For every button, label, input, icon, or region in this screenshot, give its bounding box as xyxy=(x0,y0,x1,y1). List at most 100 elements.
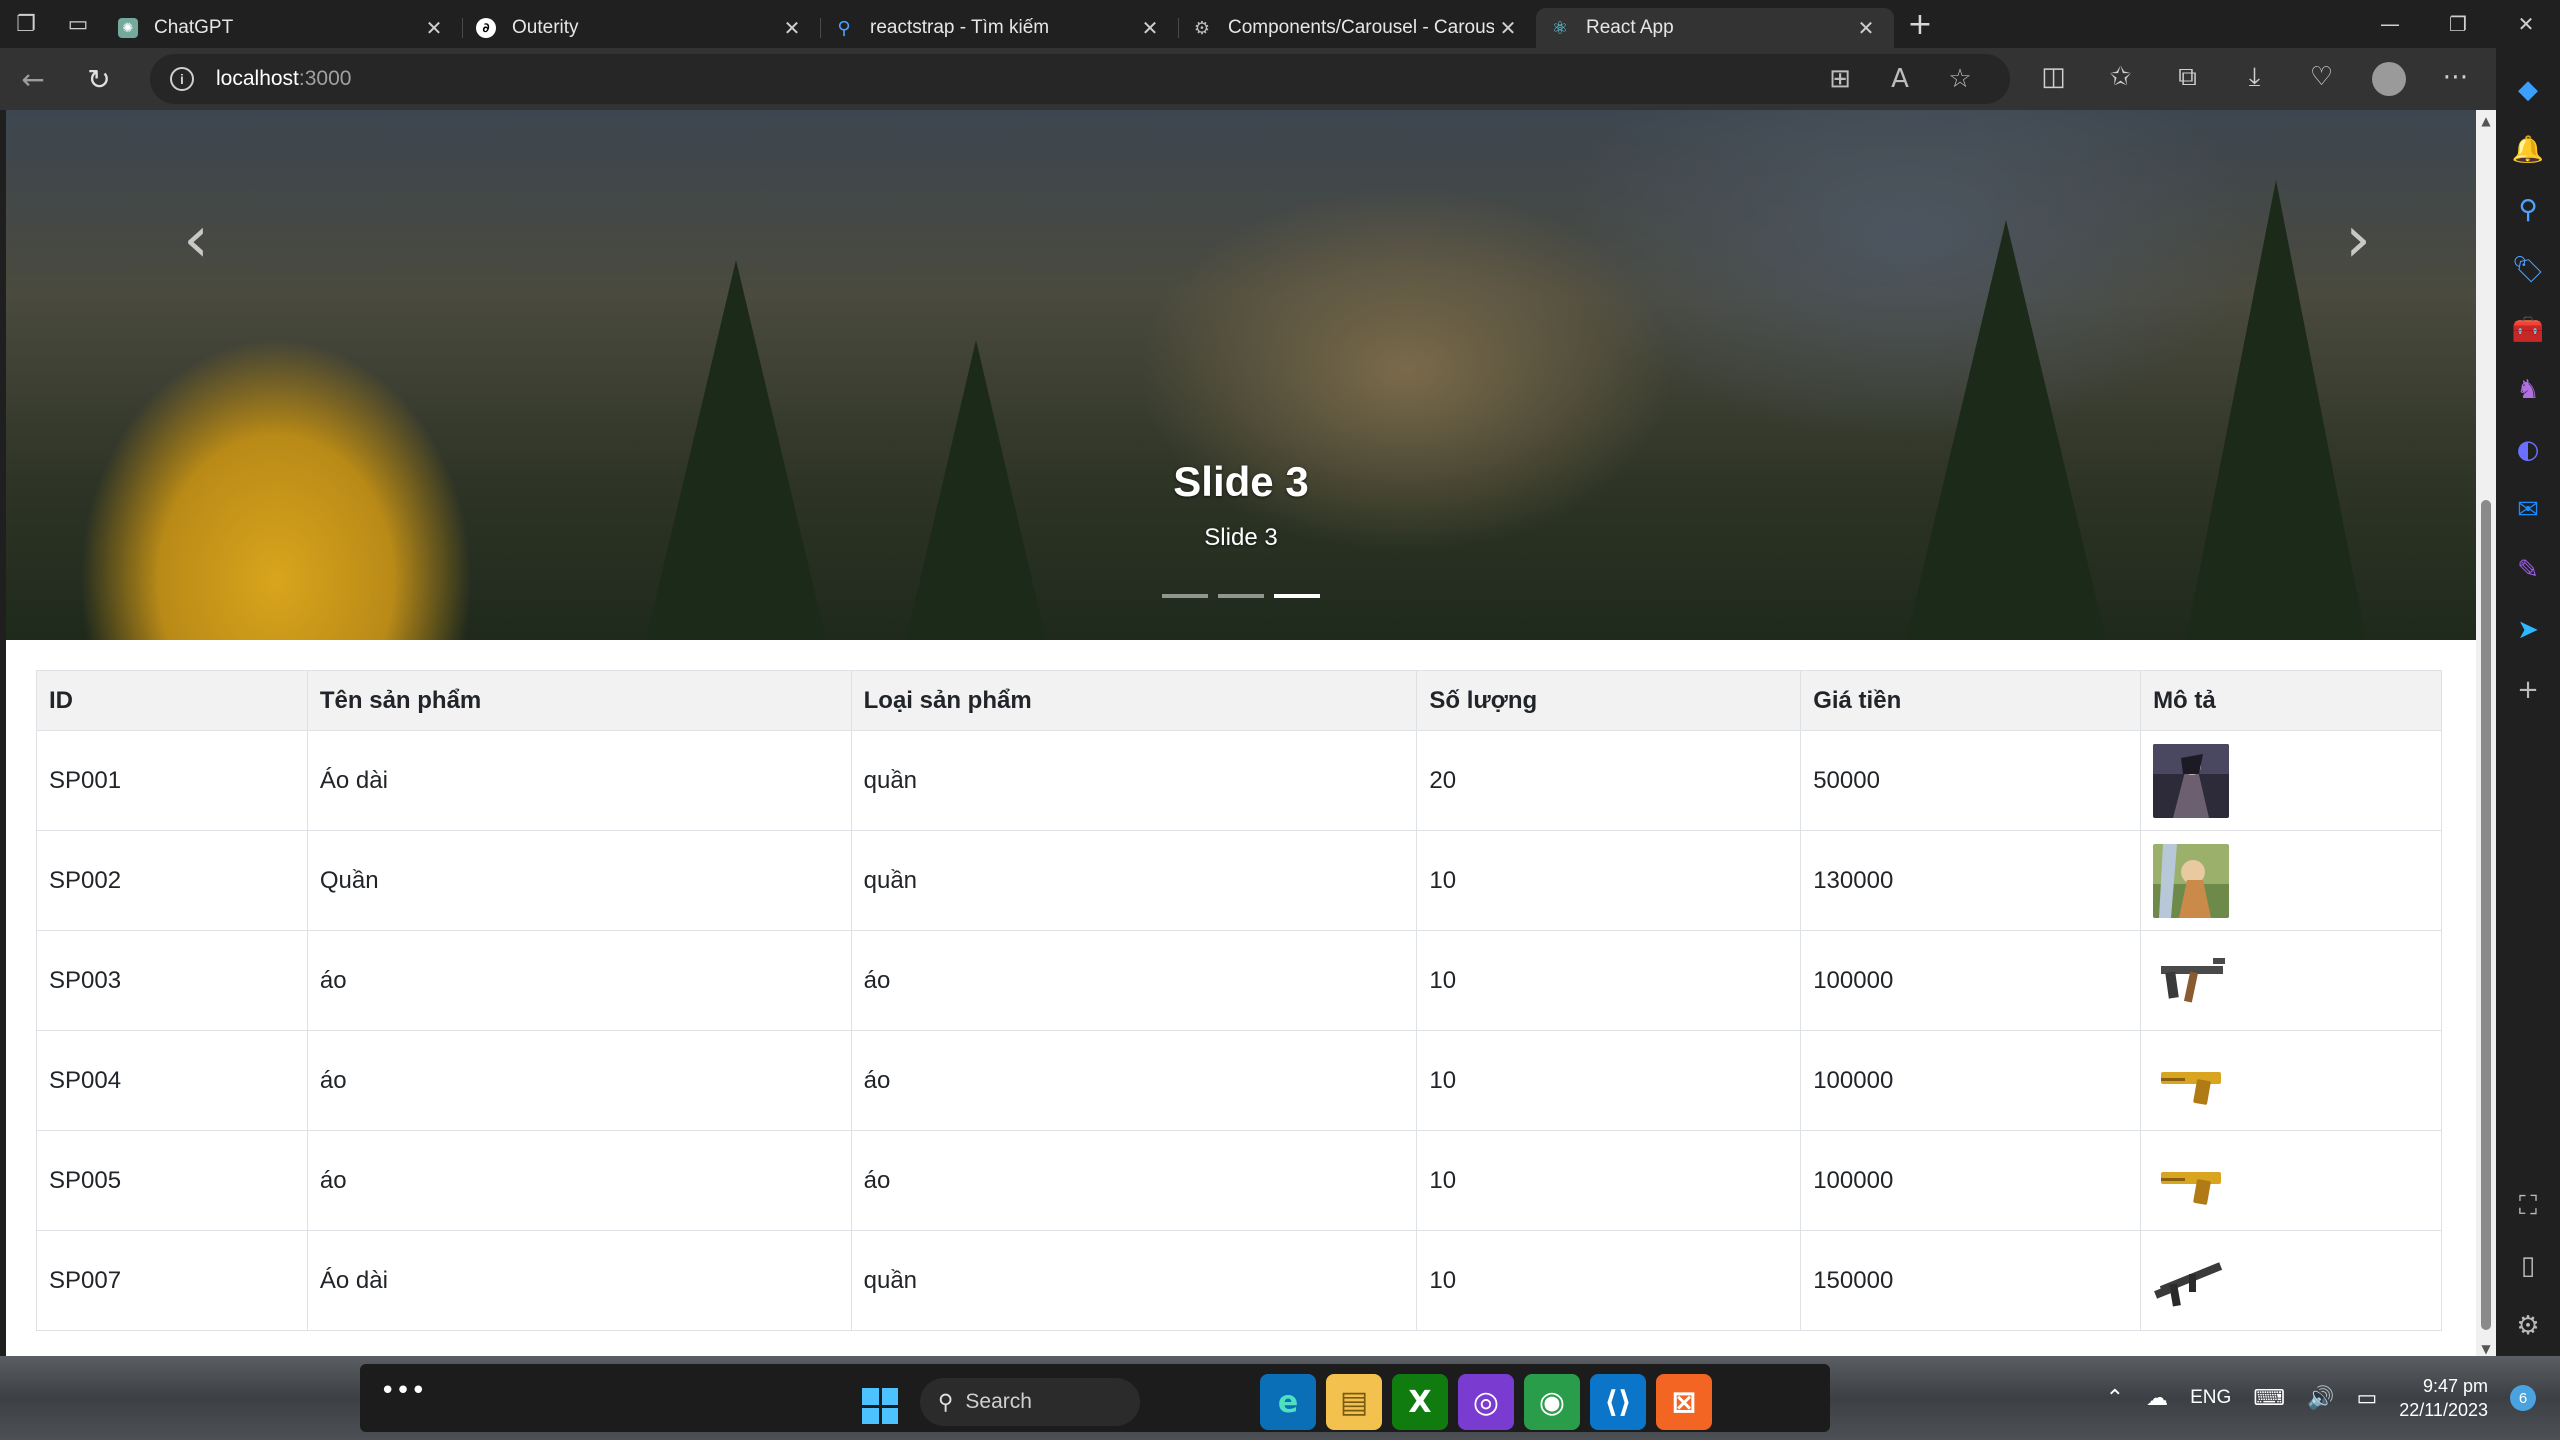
cell-type: áo xyxy=(850,1030,1418,1131)
profile-avatar[interactable] xyxy=(2355,62,2422,96)
cell-id: SP001 xyxy=(36,730,308,831)
cell-name: áo xyxy=(306,1030,852,1131)
hide-sidebar-icon[interactable]: ▯ xyxy=(2496,1236,2560,1296)
cell-price: 100000 xyxy=(1800,1030,2142,1131)
taskbar-search[interactable]: ⚲ Search xyxy=(920,1378,1140,1426)
games-icon[interactable]: ♞ xyxy=(2496,360,2560,420)
carousel-indicator[interactable] xyxy=(1162,594,1208,598)
tab-reactstrap-search[interactable]: ⚲ reactstrap - Tìm kiếm ✕ xyxy=(820,8,1178,48)
table-row: SP007 Áo dài quần 10 150000 xyxy=(36,1230,2442,1331)
xampp-app-icon[interactable]: ⊠ xyxy=(1656,1374,1712,1430)
more-icon[interactable]: ••• xyxy=(380,1376,426,1406)
minimize-icon[interactable]: — xyxy=(2356,0,2424,48)
battery-icon[interactable]: ▭ xyxy=(2356,1386,2377,1411)
table-row: SP004 áo áo 10 100000 xyxy=(36,1030,2442,1131)
tab-react-app[interactable]: ⚛ React App ✕ xyxy=(1536,8,1894,48)
cell-price: 100000 xyxy=(1800,930,2142,1031)
copilot-icon[interactable]: ◆ xyxy=(2496,60,2560,120)
search-sidebar-icon[interactable]: ⚲ xyxy=(2496,180,2560,240)
carousel-prev-button[interactable]: ‹ xyxy=(156,200,236,280)
tab-carousel-docs[interactable]: ⚙ Components/Carousel - Carouse ✕ xyxy=(1178,8,1536,48)
cloud-icon[interactable]: ☁ xyxy=(2146,1386,2168,1411)
language-indicator[interactable]: ENG xyxy=(2190,1387,2231,1409)
notification-badge[interactable]: 6 xyxy=(2510,1385,2536,1411)
collections-icon[interactable]: ⧉ xyxy=(2154,62,2221,96)
favorites-icon[interactable]: ✩ xyxy=(2087,62,2154,96)
add-sidebar-app-icon[interactable]: + xyxy=(2496,660,2560,720)
golden-pistol-image xyxy=(2153,1043,2230,1118)
scrollbar-thumb[interactable] xyxy=(2481,500,2491,1330)
new-tab-button[interactable]: + xyxy=(1894,0,1946,48)
clock-date: 22/11/2023 xyxy=(2399,1400,2488,1420)
app-available-icon[interactable]: ⊞ xyxy=(1810,64,1870,94)
refresh-icon[interactable]: ↻ xyxy=(66,52,132,106)
address-bar[interactable]: i localhost :3000 ⊞ A ☆ xyxy=(150,54,2010,104)
close-window-icon[interactable]: ✕ xyxy=(2492,0,2560,48)
close-icon[interactable]: ✕ xyxy=(1136,16,1164,40)
scroll-up-icon[interactable]: ▲ xyxy=(2480,114,2492,128)
split-screen-icon[interactable]: ◫ xyxy=(2020,62,2087,96)
close-icon[interactable]: ✕ xyxy=(778,16,806,40)
caption-text: Slide 3 xyxy=(1204,524,1278,551)
carousel-indicator-active[interactable] xyxy=(1274,594,1320,598)
tools-icon[interactable]: 🧰 xyxy=(2496,300,2560,360)
downloads-icon[interactable]: ⤓ xyxy=(2221,62,2288,96)
vertical-tabs-icon[interactable]: ▭ xyxy=(52,0,104,48)
cell-type: quần xyxy=(850,1230,1418,1331)
cell-image xyxy=(2140,930,2442,1031)
sidebar-settings-icon[interactable]: ⚙ xyxy=(2496,1296,2560,1356)
scroll-down-icon[interactable]: ▼ xyxy=(2480,1342,2492,1356)
close-icon[interactable]: ✕ xyxy=(1852,16,1880,40)
send-icon[interactable]: ➤ xyxy=(2496,600,2560,660)
browser-essentials-icon[interactable]: ♡ xyxy=(2288,62,2355,96)
cell-qty: 10 xyxy=(1416,1130,1802,1231)
sidebar-spacer xyxy=(2496,720,2560,1176)
windows-start-icon[interactable] xyxy=(862,1388,898,1424)
screenshot-icon[interactable]: ⛶ xyxy=(2496,1176,2560,1236)
column-header: Loại sản phẩm xyxy=(850,670,1418,731)
cell-qty: 10 xyxy=(1416,930,1802,1031)
notifications-icon[interactable]: 🔔 xyxy=(2496,120,2560,180)
chevron-up-icon[interactable]: ⌃ xyxy=(2106,1386,2124,1411)
cell-image xyxy=(2140,830,2442,931)
outlook-icon[interactable]: ✉ xyxy=(2496,480,2560,540)
cell-price: 130000 xyxy=(1800,830,2142,931)
assault-rifle-image xyxy=(2153,1243,2230,1318)
golden-pistol-image xyxy=(2153,1143,2230,1218)
cell-qty: 20 xyxy=(1416,730,1802,831)
carousel-caption: Slide 3 Slide 3 xyxy=(6,458,2476,552)
vscode-app-icon[interactable]: ⟨⟩ xyxy=(1590,1374,1646,1430)
carousel-next-button[interactable]: › xyxy=(2318,200,2398,280)
volume-icon[interactable]: 🔊 xyxy=(2307,1386,2334,1411)
network-icon[interactable]: ⌨ xyxy=(2253,1386,2285,1411)
shopping-icon[interactable]: 🏷 xyxy=(2496,240,2560,300)
page-scrollbar[interactable]: ▲ ▼ xyxy=(2476,110,2496,1360)
edge-sidebar: ◆ 🔔 ⚲ 🏷 🧰 ♞ ◐ ✉ ✎ ➤ + ⛶ ▯ ⚙ xyxy=(2496,48,2560,1356)
cell-id: SP004 xyxy=(36,1030,308,1131)
microsoft365-icon[interactable]: ◐ xyxy=(2496,420,2560,480)
designer-icon[interactable]: ✎ xyxy=(2496,540,2560,600)
file-explorer-icon[interactable]: ▤ xyxy=(1326,1374,1382,1430)
tab-chatgpt[interactable]: ✺ ChatGPT ✕ xyxy=(104,8,462,48)
close-icon[interactable]: ✕ xyxy=(1494,16,1522,40)
site-info-icon[interactable]: i xyxy=(170,67,194,91)
carousel-indicators xyxy=(6,594,2476,598)
more-options-icon[interactable]: ⋯ xyxy=(2422,62,2489,96)
workspaces-icon[interactable]: ❐ xyxy=(0,0,52,48)
camera-app-icon[interactable]: ◎ xyxy=(1458,1374,1514,1430)
page-viewport: ‹ › Slide 3 Slide 3 ID Tên sản phẩm Loại… xyxy=(6,110,2476,1360)
read-aloud-icon[interactable]: A xyxy=(1870,64,1930,94)
back-icon[interactable]: ← xyxy=(0,52,66,106)
chrome-app-icon[interactable]: ◉ xyxy=(1524,1374,1580,1430)
favorite-star-icon[interactable]: ☆ xyxy=(1930,64,1990,94)
clock[interactable]: 9:47 pm 22/11/2023 xyxy=(2399,1374,2488,1422)
tab-outerity[interactable]: ∂ Outerity ✕ xyxy=(462,8,820,48)
column-header: Mô tả xyxy=(2140,670,2442,731)
cell-id: SP007 xyxy=(36,1230,308,1331)
carousel-indicator[interactable] xyxy=(1218,594,1264,598)
xbox-app-icon[interactable]: X xyxy=(1392,1374,1448,1430)
edge-app-icon[interactable]: e xyxy=(1260,1374,1316,1430)
cell-name: áo xyxy=(306,930,852,1031)
maximize-icon[interactable]: ❐ xyxy=(2424,0,2492,48)
close-icon[interactable]: ✕ xyxy=(420,16,448,40)
